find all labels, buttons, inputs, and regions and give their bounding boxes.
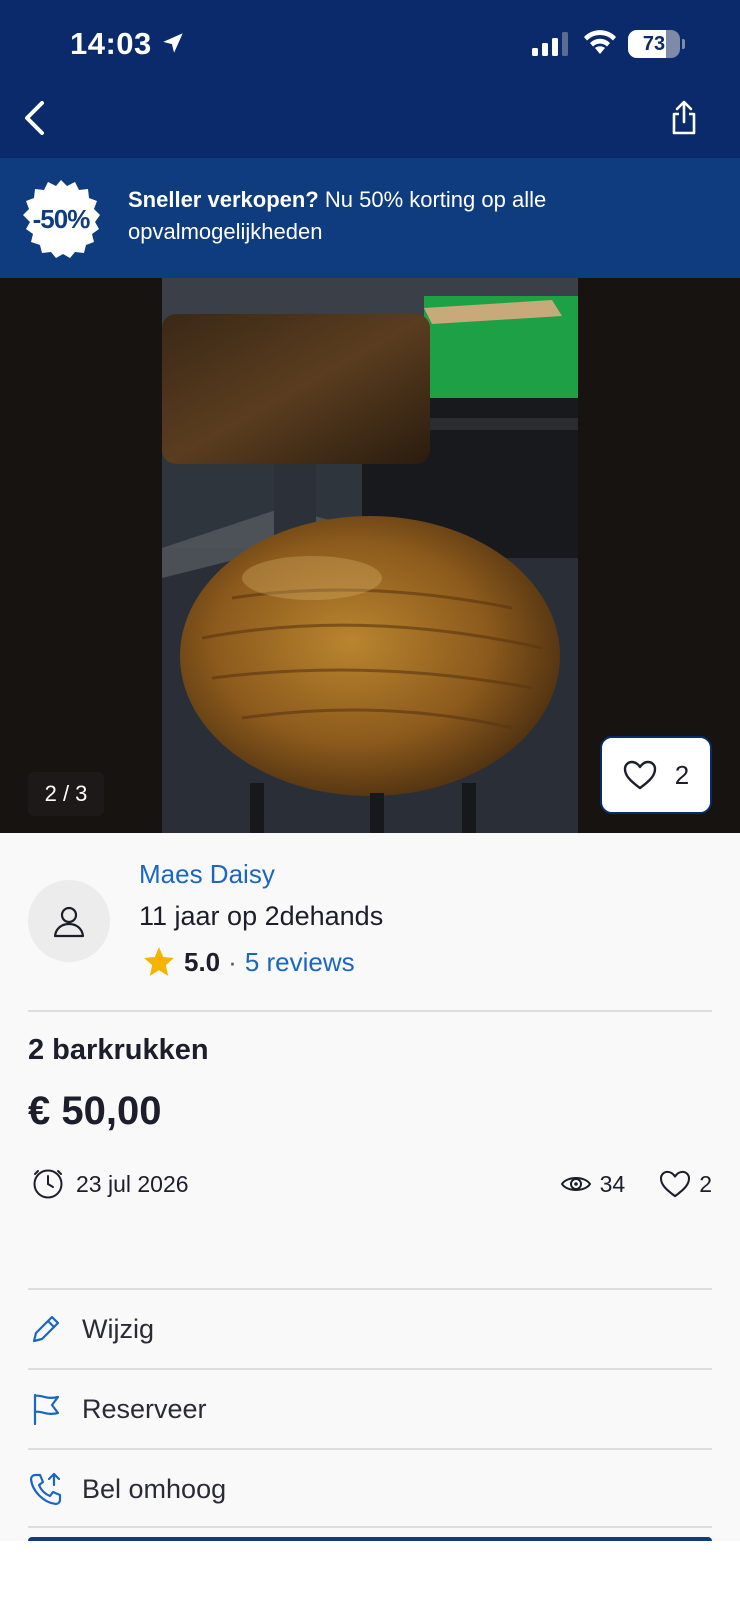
seller-avatar[interactable] (28, 880, 110, 962)
listing-date-text: 23 jul 2026 (76, 1170, 189, 1197)
battery-indicator: 73 (628, 30, 685, 58)
reviews-link[interactable]: 5 reviews (245, 947, 355, 978)
promo-text: Sneller verkopen? Nu 50% korting op alle… (128, 184, 708, 248)
back-button[interactable] (14, 96, 54, 140)
user-icon (53, 906, 85, 938)
eye-icon (560, 1177, 591, 1191)
listing-title: 2 barkrukken (28, 1034, 209, 1066)
wifi-icon (584, 30, 616, 54)
photo-counter: 2 / 3 (28, 772, 104, 816)
seller-name-link[interactable]: Maes Daisy (139, 859, 275, 890)
battery-level: 73 (642, 33, 666, 55)
star-icon (144, 947, 174, 976)
divider (28, 1010, 712, 1012)
cellular-signal-icon (532, 32, 568, 56)
share-icon (672, 100, 696, 135)
rating-score: 5.0 (184, 946, 221, 977)
photo-gallery[interactable]: 2 / 3 2 (0, 278, 740, 833)
bump-action[interactable]: Bel omhoog (28, 1450, 712, 1528)
view-count: 34 (599, 1170, 626, 1197)
listing-photo[interactable] (162, 278, 578, 833)
favorite-button[interactable]: 2 (600, 736, 712, 814)
listing-stats: 34 2 (560, 1166, 712, 1202)
rating-separator: · (228, 946, 237, 977)
edit-action[interactable]: Wijzig (28, 1290, 712, 1368)
divider (28, 1526, 712, 1528)
share-button[interactable] (664, 96, 704, 140)
listing-price: € 50,00 (28, 1089, 162, 1133)
pencil-icon (32, 1315, 60, 1343)
bottom-area (0, 1541, 740, 1600)
promo-headline: Sneller verkopen? (128, 187, 319, 212)
like-count: 2 (699, 1170, 712, 1197)
favorite-count: 2 (674, 759, 690, 790)
discount-badge-label: -50% (32, 204, 91, 234)
promo-banner[interactable]: -50% Sneller verkopen? Nu 50% korting op… (0, 158, 740, 278)
heart-outline-icon (660, 1170, 691, 1198)
status-time: 14:03 (70, 26, 152, 61)
edit-action-label: Wijzig (82, 1313, 154, 1344)
chevron-left-icon (25, 101, 44, 135)
listing-date: 23 jul 2026 (32, 1166, 189, 1202)
clock-icon (33, 1169, 63, 1199)
reserve-action[interactable]: Reserveer (28, 1370, 712, 1448)
bump-action-label: Bel omhoog (82, 1473, 227, 1504)
seller-membership: 11 jaar op 2dehands (139, 901, 384, 931)
seller-rating: 5.0 · 5 reviews (142, 944, 355, 980)
flag-icon (33, 1393, 60, 1426)
reserve-action-label: Reserveer (82, 1393, 207, 1424)
heart-icon (623, 760, 656, 790)
location-arrow-icon (163, 33, 183, 53)
phone-up-icon (29, 1472, 62, 1506)
top-bar: 14:03 73 (0, 0, 740, 158)
